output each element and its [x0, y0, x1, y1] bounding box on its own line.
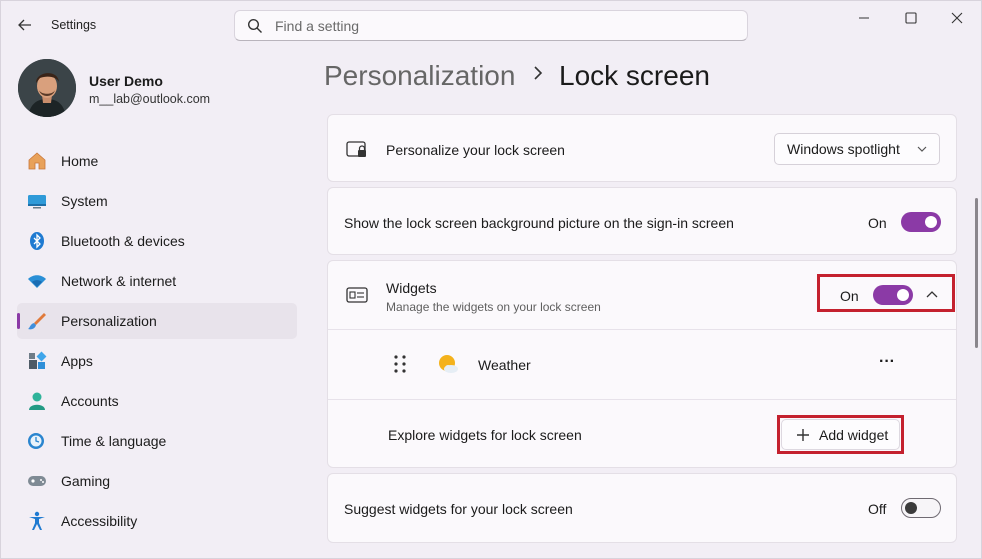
- home-icon: [27, 151, 47, 171]
- add-widget-highlight: [777, 415, 904, 454]
- signin-background-card: Show the lock screen background picture …: [327, 187, 957, 255]
- accessibility-icon: [27, 511, 47, 531]
- sidebar-item-label: Bluetooth & devices: [61, 233, 185, 249]
- drag-handle-icon[interactable]: [392, 354, 408, 374]
- toggle-knob: [925, 216, 937, 228]
- sidebar-item-label: Home: [61, 153, 99, 169]
- sidebar-item-time-language[interactable]: Time & language: [17, 423, 297, 459]
- apps-icon: [27, 351, 47, 371]
- sidebar-nav: Home System Bluetooth & devices Network …: [17, 143, 297, 543]
- suggest-widgets-state: Off: [868, 501, 887, 517]
- divider: [328, 329, 956, 330]
- maximize-button[interactable]: [888, 8, 934, 28]
- gaming-icon: [27, 471, 47, 491]
- sidebar-item-network[interactable]: Network & internet: [17, 263, 297, 299]
- minimize-button[interactable]: [841, 8, 887, 28]
- toggle-knob: [905, 502, 917, 514]
- breadcrumb-chevron-icon: [533, 64, 543, 87]
- sidebar-item-gaming[interactable]: Gaming: [17, 463, 297, 499]
- widget-item-label: Weather: [478, 357, 531, 373]
- suggest-widgets-toggle[interactable]: [901, 498, 941, 518]
- search-box[interactable]: [234, 10, 748, 41]
- widgets-icon: [346, 287, 368, 303]
- system-icon: [27, 191, 47, 211]
- explore-widgets-label: Explore widgets for lock screen: [388, 427, 582, 443]
- accounts-icon: [27, 391, 47, 411]
- suggest-widgets-label: Suggest widgets for your lock screen: [344, 501, 573, 517]
- sidebar-item-label: System: [61, 193, 108, 209]
- sidebar-item-accounts[interactable]: Accounts: [17, 383, 297, 419]
- app-title: Settings: [51, 18, 97, 32]
- maximize-icon: [905, 12, 917, 24]
- lock-screen-icon: [346, 141, 366, 157]
- back-button[interactable]: [12, 12, 38, 38]
- sidebar-item-apps[interactable]: Apps: [17, 343, 297, 379]
- sidebar-item-bluetooth[interactable]: Bluetooth & devices: [17, 223, 297, 259]
- widgets-toggle-highlight: [817, 274, 955, 312]
- signin-background-state: On: [868, 215, 887, 231]
- back-arrow-icon: [18, 19, 31, 31]
- sidebar-item-label: Accounts: [61, 393, 119, 409]
- sidebar-item-personalization[interactable]: Personalization: [17, 303, 297, 339]
- sidebar-item-label: Apps: [61, 353, 93, 369]
- page-title: Lock screen: [559, 60, 710, 91]
- breadcrumb-parent[interactable]: Personalization: [324, 60, 515, 92]
- sidebar-item-home[interactable]: Home: [17, 143, 297, 179]
- minimize-icon: [859, 17, 869, 19]
- personalize-dropdown[interactable]: Windows spotlight: [774, 133, 940, 165]
- avatar[interactable]: [18, 59, 76, 117]
- close-button[interactable]: [934, 8, 980, 28]
- user-name: User Demo: [89, 73, 163, 89]
- user-avatar-icon: [18, 59, 76, 117]
- sidebar-item-label: Gaming: [61, 473, 111, 489]
- suggest-widgets-card: Suggest widgets for your lock screen Off: [327, 473, 957, 543]
- widgets-label: Widgets: [386, 280, 437, 296]
- search-input[interactable]: [275, 17, 695, 34]
- close-icon: [951, 12, 963, 24]
- sidebar-item-label: Network & internet: [61, 273, 177, 289]
- personalize-dropdown-value: Windows spotlight: [787, 141, 900, 157]
- personalize-label: Personalize your lock screen: [386, 142, 565, 158]
- personalize-lock-screen-card: Personalize your lock screen Windows spo…: [327, 114, 957, 182]
- bluetooth-icon: [27, 231, 47, 251]
- sidebar-item-label: Time & language: [61, 433, 167, 449]
- sidebar-item-label: Personalization: [61, 313, 157, 329]
- user-email: m__lab@outlook.com: [89, 92, 211, 106]
- weather-icon: [439, 355, 458, 373]
- network-icon: [27, 271, 47, 291]
- brush-icon: [27, 311, 47, 331]
- search-icon: [247, 18, 262, 33]
- sidebar-item-system[interactable]: System: [17, 183, 297, 219]
- time-language-icon: [27, 431, 47, 451]
- signin-background-toggle[interactable]: [901, 212, 941, 232]
- chevron-down-icon: [917, 146, 927, 152]
- signin-background-label: Show the lock screen background picture …: [344, 215, 734, 231]
- widgets-description: Manage the widgets on your lock screen: [386, 300, 601, 314]
- sidebar-item-accessibility[interactable]: Accessibility: [17, 503, 297, 539]
- scrollbar[interactable]: [975, 198, 978, 348]
- more-options-button[interactable]: ···: [879, 353, 895, 371]
- divider: [328, 399, 956, 400]
- sidebar-item-label: Accessibility: [61, 513, 138, 529]
